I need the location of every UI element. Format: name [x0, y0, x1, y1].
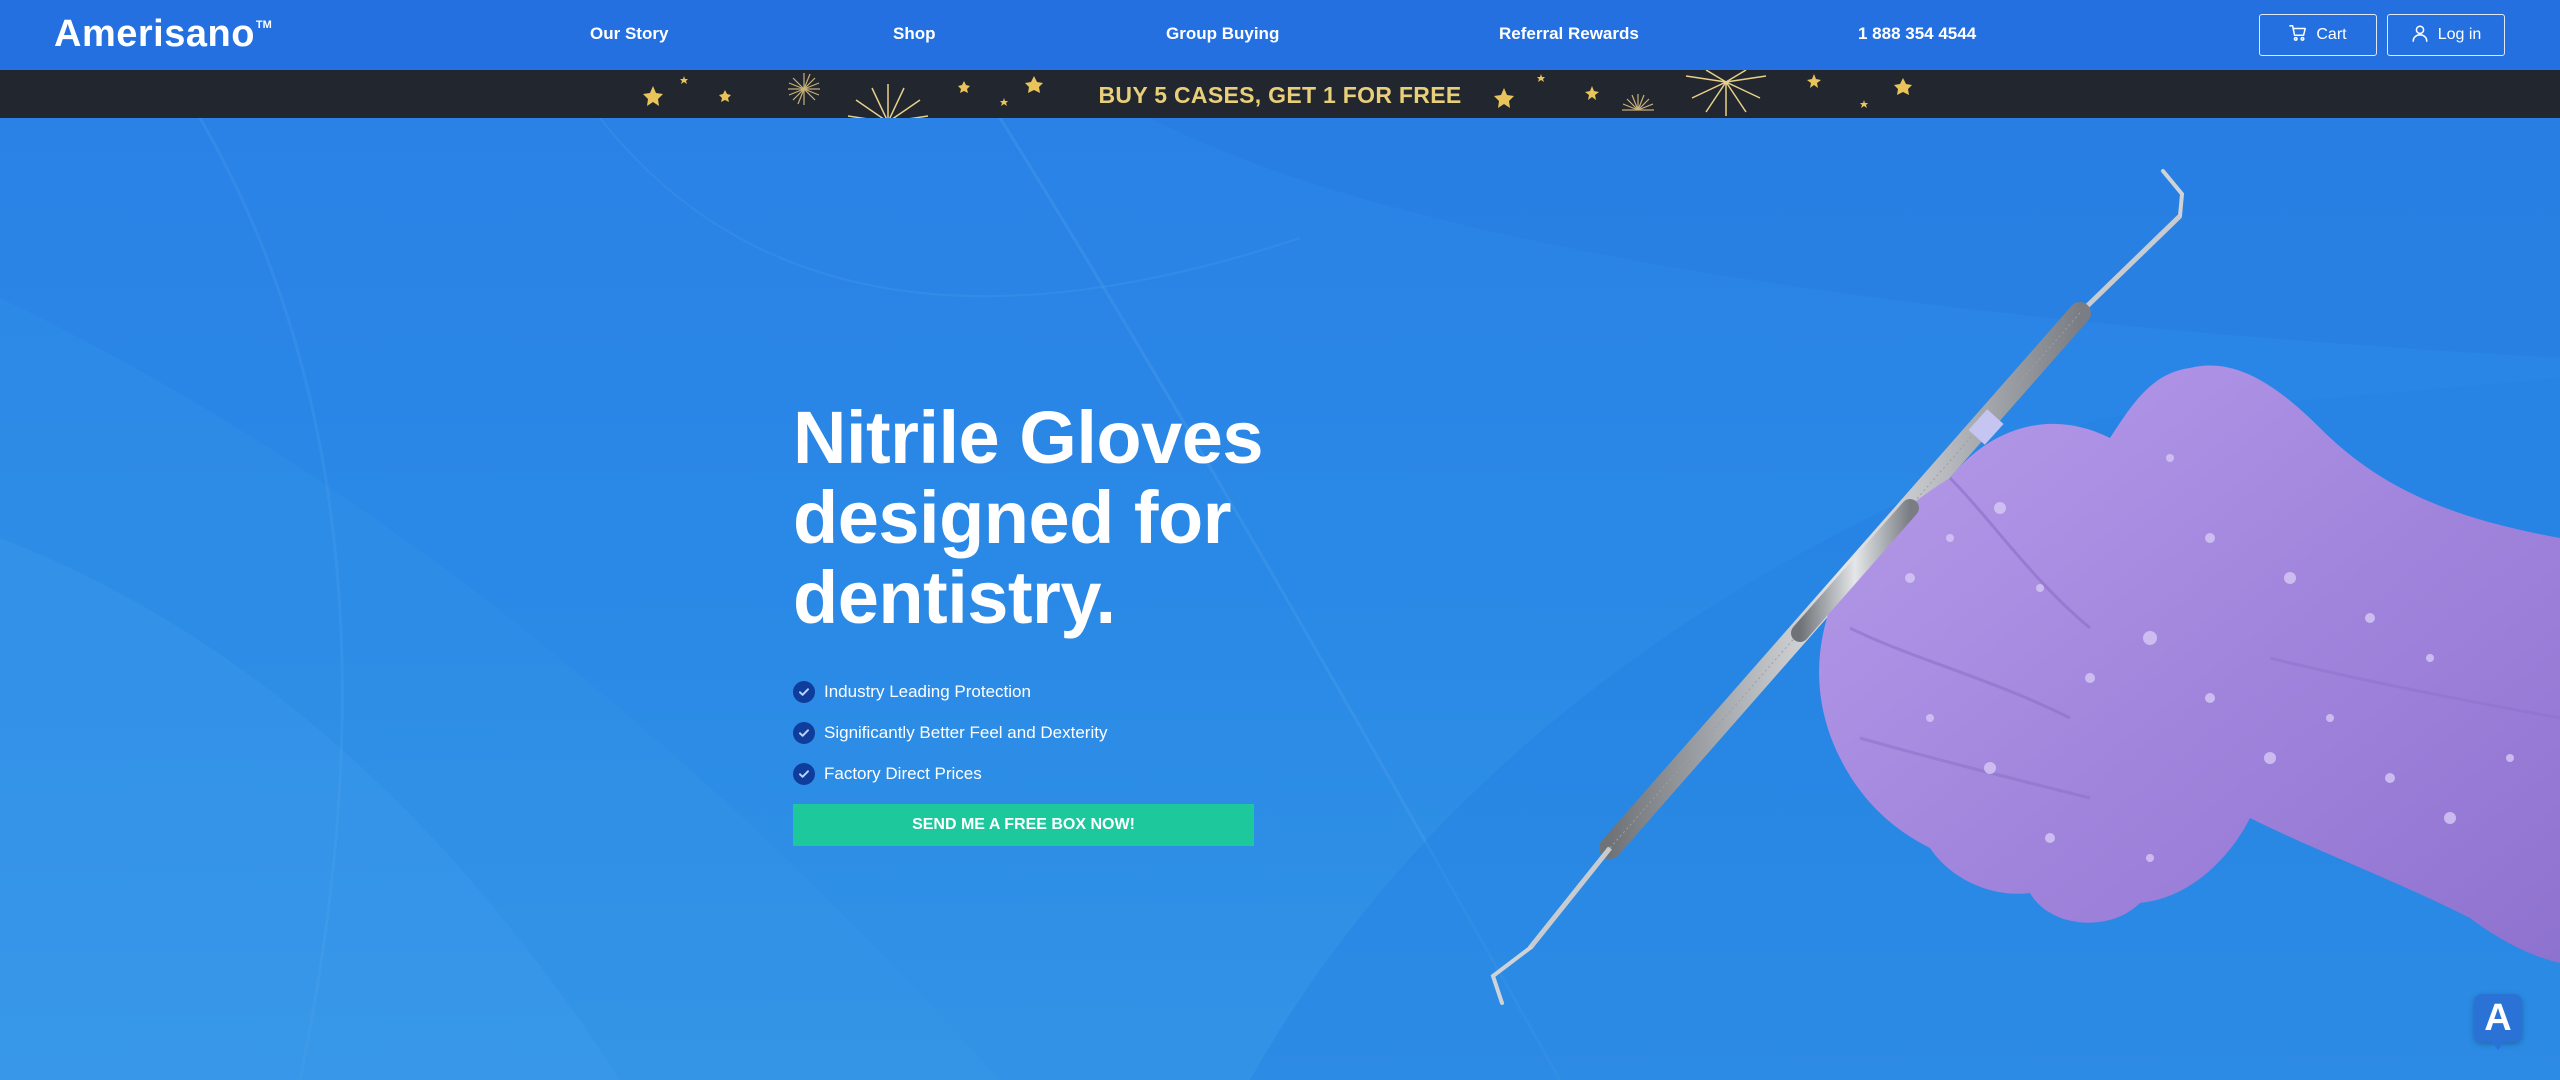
feature-label: Factory Direct Prices [824, 763, 982, 783]
free-box-cta-button[interactable]: SEND ME A FREE BOX NOW! [793, 804, 1254, 846]
check-icon [793, 721, 815, 744]
cart-button[interactable]: Cart [2259, 14, 2377, 56]
feature-list: Industry Leading Protection Significantl… [793, 671, 1107, 794]
chat-widget-button[interactable]: A [2474, 994, 2522, 1050]
login-label: Log in [2437, 26, 2482, 43]
nav-referral-rewards[interactable]: Referral Rewards [1499, 24, 1639, 44]
gloved-hand-image [1490, 169, 2560, 1005]
purple-glove [1819, 365, 2560, 963]
cart-label: Cart [2316, 26, 2347, 43]
cart-icon [2289, 24, 2307, 47]
user-icon [2411, 24, 2429, 47]
logo-text: Amerisano [54, 13, 255, 55]
nav-our-story[interactable]: Our Story [590, 24, 668, 44]
promo-banner[interactable]: BUY 5 CASES, GET 1 FOR FREE [0, 70, 2560, 118]
hero-section: Nitrile Gloves designed for dentistry. I… [0, 118, 2560, 1080]
feature-item: Significantly Better Feel and Dexterity [793, 712, 1107, 753]
login-button[interactable]: Log in [2387, 14, 2505, 56]
feature-item: Industry Leading Protection [793, 671, 1107, 712]
check-icon [793, 680, 815, 703]
headline-line-1: Nitrile Gloves [793, 396, 1264, 479]
logo[interactable]: AmerisanoTM [54, 13, 272, 56]
trademark-mark: TM [255, 19, 272, 31]
promo-text: BUY 5 CASES, GET 1 FOR FREE [1098, 82, 1462, 108]
feature-item: Factory Direct Prices [793, 753, 1107, 794]
check-icon [793, 762, 815, 785]
nav-shop[interactable]: Shop [893, 24, 936, 44]
site-header: AmerisanoTM Our Story Shop Group Buying … [0, 0, 2560, 70]
feature-label: Industry Leading Protection [824, 681, 1031, 701]
headline-line-3: dentistry. [793, 556, 1116, 639]
headline-line-2: designed for [793, 476, 1232, 559]
nav-group-buying[interactable]: Group Buying [1166, 24, 1279, 44]
phone-link[interactable]: 1 888 354 4544 [1858, 24, 1976, 44]
feature-label: Significantly Better Feel and Dexterity [824, 722, 1108, 742]
hero-headline: Nitrile Gloves designed for dentistry. [793, 398, 1353, 638]
